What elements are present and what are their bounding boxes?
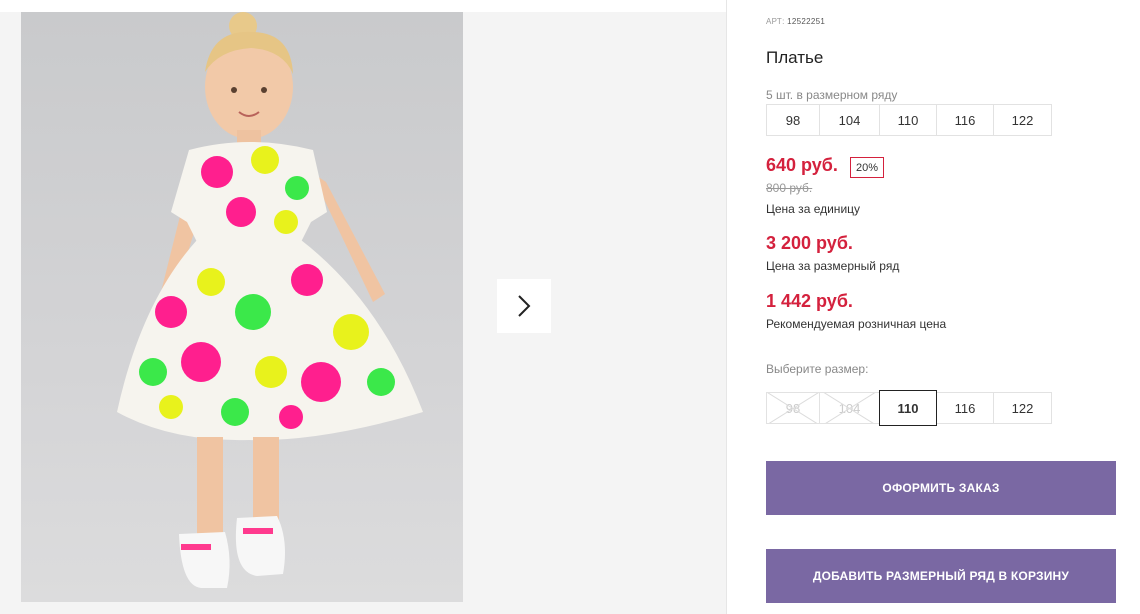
article-label: АРТ: [766, 17, 785, 26]
pack-size-cell: 122 [993, 104, 1052, 136]
size-option-104: 104 [819, 392, 880, 424]
size-selector: 98 104 110 116 122 [766, 390, 1052, 426]
pack-size-cell: 116 [936, 104, 994, 136]
product-image[interactable] [21, 12, 463, 602]
unit-price-caption: Цена за единицу [766, 202, 861, 216]
retail-price: 1 442 руб. [766, 291, 853, 311]
place-order-button[interactable]: Оформить заказ [766, 461, 1116, 515]
add-size-range-to-cart-button[interactable]: Добавить размерный ряд в корзину [766, 549, 1116, 603]
pack-size-cell: 98 [766, 104, 820, 136]
discount-badge: 20% [850, 157, 884, 178]
next-image-button[interactable] [497, 279, 551, 333]
pack-quantity-text: 5 шт. в размерном ряду [766, 88, 898, 102]
pack-price: 3 200 руб. [766, 233, 853, 253]
pack-size-cell: 110 [879, 104, 937, 136]
size-option-110[interactable]: 110 [879, 390, 937, 426]
choose-size-label: Выберите размер: [766, 362, 869, 376]
pack-price-caption: Цена за размерный ряд [766, 259, 900, 273]
unit-price: 640 руб. [766, 155, 838, 175]
article-number: АРТ: 12522251 [766, 17, 825, 26]
size-option-98: 98 [766, 392, 820, 424]
size-option-116[interactable]: 116 [936, 392, 994, 424]
product-gallery [0, 12, 726, 614]
article-value: 12522251 [787, 17, 826, 26]
size-option-122[interactable]: 122 [993, 392, 1052, 424]
pack-size-range: 98 104 110 116 122 [766, 104, 1052, 136]
old-price: 800 руб. [766, 181, 813, 195]
retail-price-caption: Рекомендуемая розничная цена [766, 317, 947, 331]
pack-size-cell: 104 [819, 104, 880, 136]
product-title: Платье [766, 48, 824, 67]
chevron-right-icon [518, 295, 531, 317]
column-divider [726, 0, 727, 614]
